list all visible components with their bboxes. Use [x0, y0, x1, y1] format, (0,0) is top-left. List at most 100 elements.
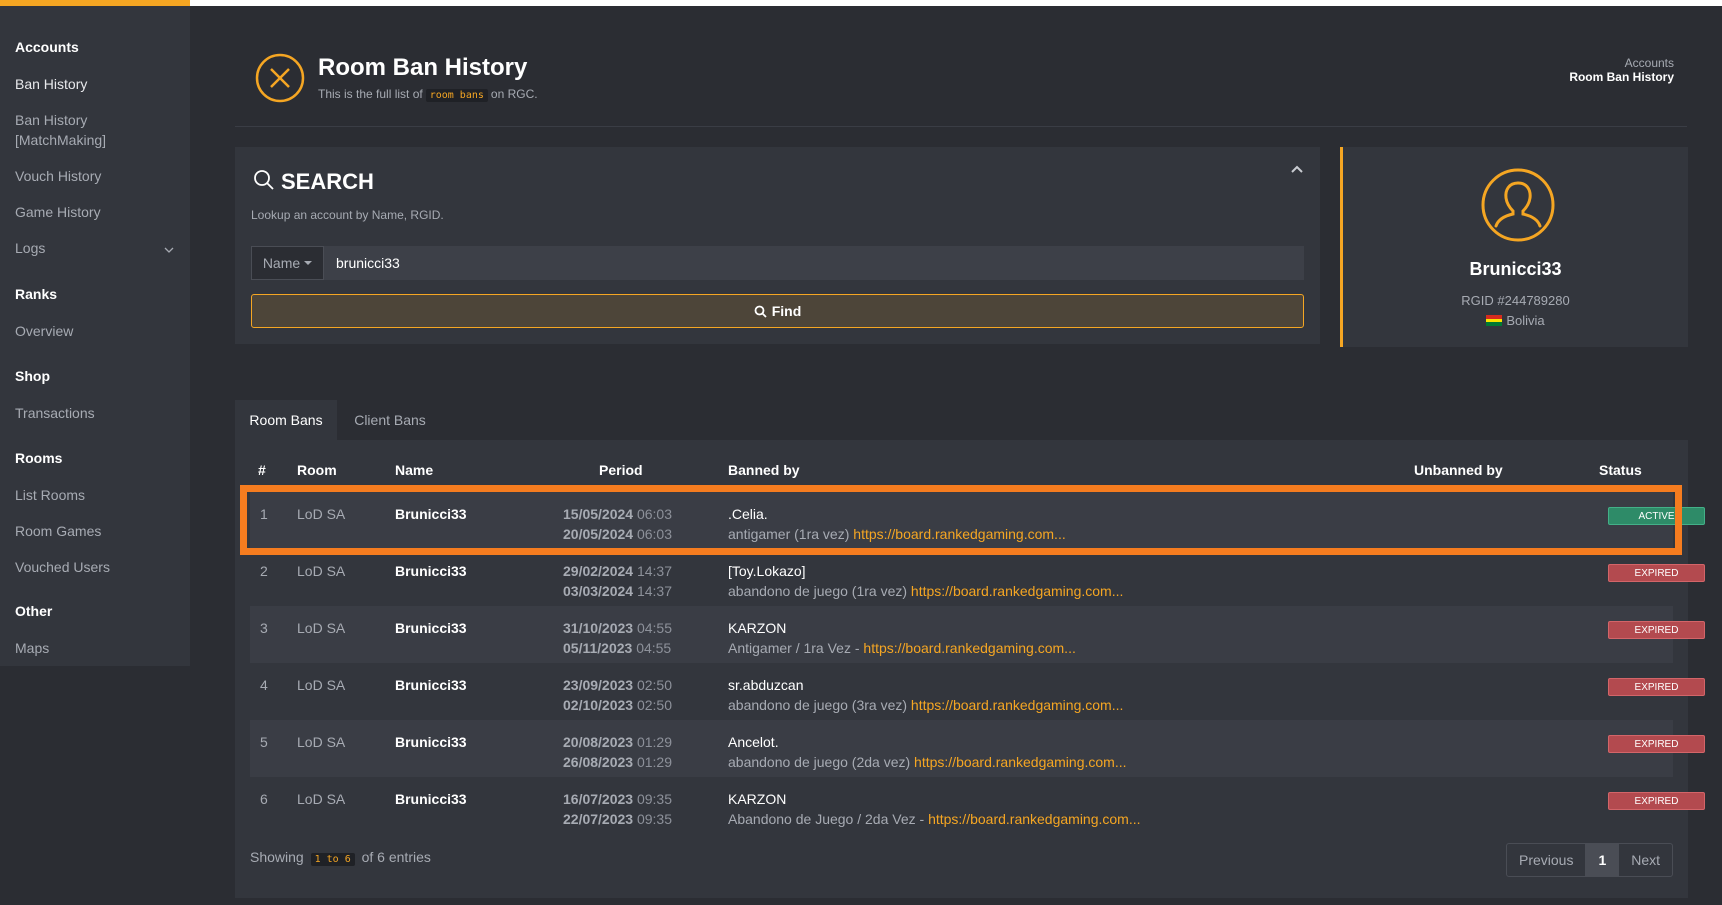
sidebar-item-overview[interactable]: Overview — [15, 321, 73, 341]
end-date: 26/08/2023 — [563, 754, 634, 770]
sidebar-item-vouched-users[interactable]: Vouched Users — [15, 557, 110, 577]
table-row[interactable]: 2 LoD SA Brunicci33 29/02/2024 14:37 03/… — [250, 549, 1705, 606]
column-header-number[interactable]: # — [258, 462, 266, 478]
row-banned-by: sr.abduzcan — [728, 677, 804, 693]
start-time: 06:03 — [636, 506, 673, 522]
start-date: 29/02/2024 — [563, 563, 634, 579]
search-filter-label: Name — [262, 255, 301, 271]
search-description: Lookup an account by Name, RGID. — [251, 208, 444, 222]
row-room: LoD SA — [297, 677, 346, 693]
reason-link[interactable]: https://board.rankedgaming.com... — [928, 811, 1140, 827]
sidebar-item-room-games[interactable]: Room Games — [15, 521, 101, 541]
find-button[interactable]: Find — [251, 294, 1304, 328]
subtitle-text: This is the full list of — [318, 87, 423, 101]
sidebar-footer-area — [0, 666, 190, 905]
reason-text: antigamer (1ra vez) — [728, 526, 850, 542]
row-banned-by: .Celia. — [728, 506, 768, 522]
entries-text: of 6 entries — [361, 849, 431, 865]
table-row[interactable]: 6 LoD SA Brunicci33 16/07/2023 09:35 22/… — [250, 777, 1705, 834]
search-title: SEARCH — [281, 169, 374, 194]
row-reason: abandono de juego (3ra vez) https://boar… — [728, 697, 1123, 713]
row-room: LoD SA — [297, 791, 346, 807]
column-header-unbanned-by[interactable]: Unbanned by — [1414, 462, 1503, 478]
sidebar-group-rooms: Rooms — [15, 450, 63, 466]
status-badge: EXPIRED — [1608, 678, 1705, 696]
row-reason: antigamer (1ra vez) https://board.ranked… — [728, 526, 1066, 542]
table-row[interactable]: 5 LoD SA Brunicci33 20/08/2023 01:29 26/… — [250, 720, 1705, 777]
row-period-start: 23/09/2023 02:50 — [563, 677, 672, 693]
start-date: 20/08/2023 — [563, 734, 634, 750]
next-page-button[interactable]: Next — [1619, 844, 1672, 876]
row-room: LoD SA — [297, 620, 346, 636]
chevron-down-icon[interactable] — [163, 244, 175, 256]
sidebar-item-game-history[interactable]: Game History — [15, 202, 101, 222]
sidebar-item-ban-history-matchmaking[interactable]: Ban History [MatchMaking] — [15, 110, 106, 150]
row-number: 2 — [260, 563, 268, 579]
row-period-start: 29/02/2024 14:37 — [563, 563, 672, 579]
column-header-banned-by[interactable]: Banned by — [728, 462, 800, 478]
subtitle-code: room bans — [425, 89, 488, 102]
row-period-start: 31/10/2023 04:55 — [563, 620, 672, 636]
sidebar-item-ban-history[interactable]: Ban History — [15, 74, 87, 94]
sidebar-item-label: [MatchMaking] — [15, 132, 107, 148]
table-row[interactable]: 4 LoD SA Brunicci33 23/09/2023 02:50 02/… — [250, 663, 1705, 720]
entries-range: 1 to 6 — [310, 853, 355, 866]
user-avatar-icon — [1481, 168, 1555, 242]
search-icon — [254, 170, 274, 190]
pagination: Previous 1 Next — [1506, 843, 1674, 877]
row-number: 4 — [260, 677, 268, 693]
row-name: Brunicci33 — [395, 791, 467, 807]
column-header-period[interactable]: Period — [599, 462, 643, 478]
row-period-start: 16/07/2023 09:35 — [563, 791, 672, 807]
sidebar: Accounts Ban History Ban History [MatchM… — [0, 6, 190, 666]
search-filter-dropdown[interactable]: Name — [251, 246, 324, 280]
row-name: Brunicci33 — [395, 734, 467, 750]
chevron-up-icon[interactable] — [1290, 163, 1304, 177]
tab-room-bans[interactable]: Room Bans — [235, 400, 337, 440]
sidebar-item-logs[interactable]: Logs — [15, 238, 45, 258]
search-panel: SEARCH Lookup an account by Name, RGID. … — [235, 147, 1320, 344]
row-room: LoD SA — [297, 506, 346, 522]
end-time: 09:35 — [636, 811, 673, 827]
end-date: 22/07/2023 — [563, 811, 634, 827]
sidebar-item-transactions[interactable]: Transactions — [15, 403, 95, 423]
profile-country-name: Bolivia — [1506, 313, 1545, 328]
column-header-room[interactable]: Room — [297, 462, 337, 478]
reason-link[interactable]: https://board.rankedgaming.com... — [863, 640, 1075, 656]
reason-link[interactable]: https://board.rankedgaming.com... — [853, 526, 1065, 542]
reason-link[interactable]: https://board.rankedgaming.com... — [911, 697, 1123, 713]
end-time: 14:37 — [636, 583, 673, 599]
tab-client-bans[interactable]: Client Bans — [340, 400, 440, 440]
page-1-button[interactable]: 1 — [1585, 844, 1620, 876]
sidebar-group-accounts: Accounts — [15, 39, 79, 55]
reason-text: Abandono de Juego / 2da Vez - — [728, 811, 925, 827]
row-name: Brunicci33 — [395, 677, 467, 693]
row-reason: abandono de juego (1ra vez) https://boar… — [728, 583, 1123, 599]
row-room: LoD SA — [297, 563, 346, 579]
breadcrumb-accounts[interactable]: Accounts — [1625, 56, 1674, 70]
sidebar-item-vouch-history[interactable]: Vouch History — [15, 166, 101, 186]
row-banned-by: Ancelot. — [728, 734, 779, 750]
profile-name: Brunicci33 — [1469, 259, 1562, 279]
table-row[interactable]: 3 LoD SA Brunicci33 31/10/2023 04:55 05/… — [250, 606, 1705, 663]
previous-page-button[interactable]: Previous — [1507, 844, 1585, 876]
row-banned-by: KARZON — [728, 620, 787, 636]
row-period-end: 20/05/2024 06:03 — [563, 526, 672, 542]
column-header-name[interactable]: Name — [395, 462, 433, 478]
start-date: 31/10/2023 — [563, 620, 634, 636]
bolivia-flag-icon — [1486, 315, 1503, 327]
row-name: Brunicci33 — [395, 620, 467, 636]
search-input[interactable] — [324, 246, 1304, 280]
row-room: LoD SA — [297, 734, 346, 750]
profile-rgid: RGID #244789280 — [1461, 293, 1570, 308]
column-header-status[interactable]: Status — [1599, 462, 1642, 478]
table-row[interactable]: 1 LoD SA Brunicci33 15/05/2024 06:03 20/… — [250, 492, 1705, 549]
start-time: 01:29 — [636, 734, 673, 750]
reason-link[interactable]: https://board.rankedgaming.com... — [914, 754, 1126, 770]
row-period-start: 20/08/2023 01:29 — [563, 734, 672, 750]
reason-link[interactable]: https://board.rankedgaming.com... — [911, 583, 1123, 599]
sidebar-item-maps[interactable]: Maps — [15, 638, 49, 658]
close-circle-icon — [255, 53, 305, 103]
sidebar-item-list-rooms[interactable]: List Rooms — [15, 485, 85, 505]
row-reason: Antigamer / 1ra Vez - https://board.rank… — [728, 640, 1076, 656]
